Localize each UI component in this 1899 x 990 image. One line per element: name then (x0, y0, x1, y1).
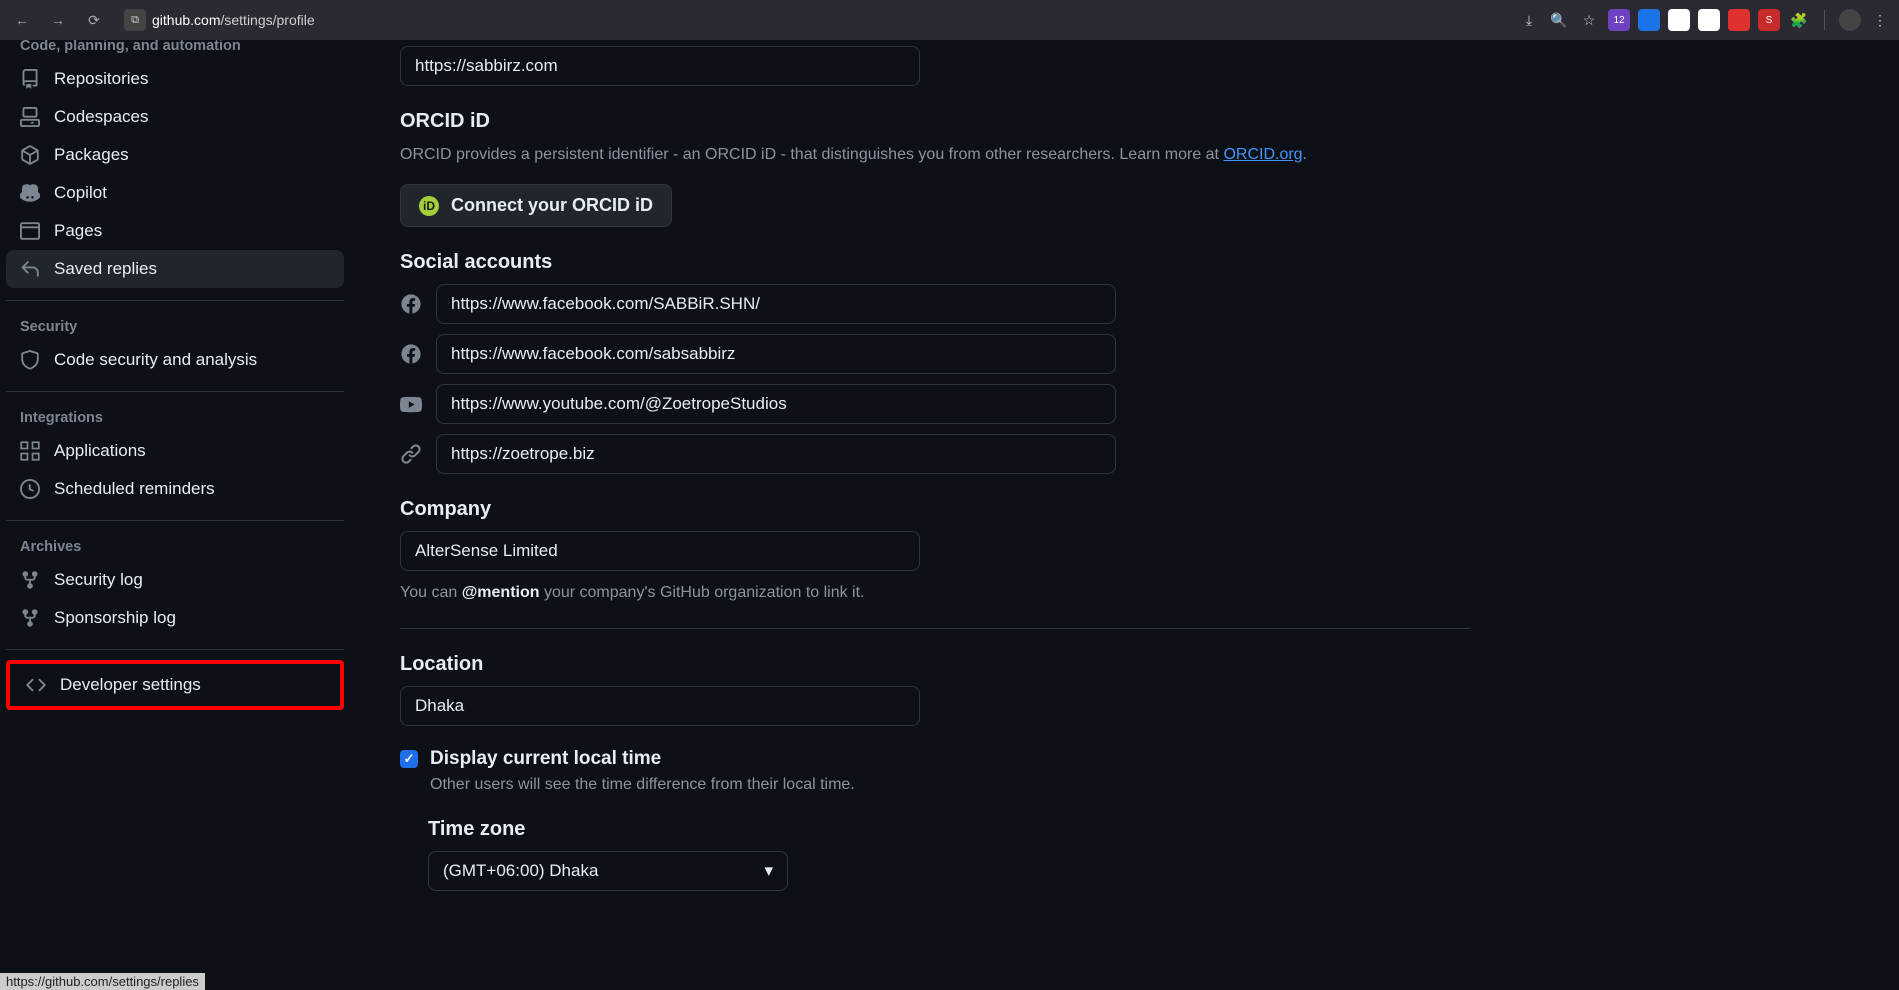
sidebar-item-copilot[interactable]: Copilot (6, 174, 344, 212)
extension-icon[interactable] (1668, 9, 1690, 31)
sidebar-item-label: Packages (54, 145, 129, 165)
connect-orcid-button[interactable]: iD Connect your ORCID iD (400, 184, 672, 227)
forward-button[interactable]: → (44, 6, 72, 34)
code-icon (26, 675, 46, 695)
sidebar-item-scheduled-reminders[interactable]: Scheduled reminders (6, 470, 344, 508)
extension-icon[interactable]: S (1758, 9, 1780, 31)
extensions-menu-icon[interactable]: 🧩 (1788, 9, 1810, 31)
orcid-link[interactable]: ORCID.org (1223, 146, 1302, 163)
facebook-icon (400, 343, 422, 365)
sidebar-item-saved-replies[interactable]: Saved replies (6, 250, 344, 288)
log-icon (20, 608, 40, 628)
company-heading: Company (400, 498, 1470, 521)
reload-button[interactable]: ⟳ (80, 6, 108, 34)
sidebar-item-sponsorship-log[interactable]: Sponsorship log (6, 599, 344, 637)
sidebar-item-label: Code security and analysis (54, 350, 257, 370)
log-icon (20, 570, 40, 590)
back-button[interactable]: ← (8, 6, 36, 34)
settings-sidebar: Code, planning, and automation Repositor… (0, 40, 350, 990)
copilot-icon (20, 183, 40, 203)
install-app-icon[interactable]: ⤓ (1518, 9, 1540, 31)
extension-icon[interactable]: 12 (1608, 9, 1630, 31)
social-row (400, 434, 1470, 474)
chevron-updown-icon: ▾ (764, 861, 773, 881)
zoom-icon[interactable]: 🔍 (1548, 9, 1570, 31)
orcid-help-text: ORCID provides a persistent identifier -… (400, 143, 1470, 166)
sidebar-item-label: Codespaces (54, 107, 149, 127)
social-input-1[interactable] (436, 284, 1116, 324)
sidebar-item-pages[interactable]: Pages (6, 212, 344, 250)
sidebar-item-code-security[interactable]: Code security and analysis (6, 341, 344, 379)
sidebar-item-label: Security log (54, 570, 143, 590)
codespaces-icon (20, 107, 40, 127)
package-icon (20, 145, 40, 165)
sidebar-item-repositories[interactable]: Repositories (6, 60, 344, 98)
sidebar-item-label: Saved replies (54, 259, 157, 279)
sidebar-item-label: Scheduled reminders (54, 479, 215, 499)
profile-avatar-icon[interactable] (1839, 9, 1861, 31)
company-help-text: You can @mention your company's GitHub o… (400, 581, 1470, 604)
sidebar-section-integrations: Integrations (6, 392, 344, 432)
sidebar-item-developer-settings[interactable]: Developer settings (12, 666, 338, 704)
bookmark-star-icon[interactable]: ☆ (1578, 9, 1600, 31)
local-time-label: Display current local time (430, 748, 661, 770)
local-time-checkbox-row[interactable]: ✓ Display current local time (400, 748, 1470, 770)
clock-icon (20, 479, 40, 499)
sidebar-item-label: Copilot (54, 183, 107, 203)
extension-icon[interactable] (1638, 9, 1660, 31)
youtube-icon (400, 393, 422, 415)
browser-icon (20, 221, 40, 241)
url-text: github.com/settings/profile (152, 12, 315, 28)
social-row (400, 384, 1470, 424)
sidebar-section-security: Security (6, 301, 344, 341)
apps-icon (20, 441, 40, 461)
social-row (400, 334, 1470, 374)
sidebar-item-label: Applications (54, 441, 146, 461)
social-input-3[interactable] (436, 384, 1116, 424)
social-input-2[interactable] (436, 334, 1116, 374)
extension-icon[interactable] (1728, 9, 1750, 31)
browser-status-bar: https://github.com/settings/replies (0, 973, 205, 990)
sidebar-section-code: Code, planning, and automation (6, 40, 344, 60)
social-input-4[interactable] (436, 434, 1116, 474)
reply-icon (20, 259, 40, 279)
sidebar-item-applications[interactable]: Applications (6, 432, 344, 470)
orcid-heading: ORCID iD (400, 110, 1470, 133)
browser-toolbar: ← → ⟳ ⧉ github.com/settings/profile ⤓ 🔍 … (0, 0, 1899, 40)
facebook-icon (400, 293, 422, 315)
social-row (400, 284, 1470, 324)
sidebar-item-label: Sponsorship log (54, 608, 176, 628)
sidebar-section-archives: Archives (6, 521, 344, 561)
address-bar[interactable]: ⧉ github.com/settings/profile (124, 9, 315, 31)
sidebar-item-packages[interactable]: Packages (6, 136, 344, 174)
browser-menu-icon[interactable]: ⋮ (1869, 9, 1891, 31)
sidebar-item-codespaces[interactable]: Codespaces (6, 98, 344, 136)
sidebar-item-label: Pages (54, 221, 102, 241)
sidebar-item-label: Developer settings (60, 675, 201, 695)
repo-icon (20, 69, 40, 89)
link-icon (400, 443, 422, 465)
profile-settings-form: ORCID iD ORCID provides a persistent ide… (350, 40, 1500, 990)
local-time-help: Other users will see the time difference… (430, 776, 1470, 794)
shield-icon (20, 350, 40, 370)
orcid-logo-icon: iD (419, 196, 439, 216)
timezone-select[interactable]: (GMT+06:00) Dhaka ▾ (428, 851, 788, 891)
timezone-heading: Time zone (428, 818, 1470, 841)
location-input[interactable] (400, 686, 920, 726)
website-input[interactable] (400, 46, 920, 86)
sidebar-item-security-log[interactable]: Security log (6, 561, 344, 599)
social-accounts-heading: Social accounts (400, 251, 1470, 274)
extension-icon[interactable] (1698, 9, 1720, 31)
sidebar-item-label: Repositories (54, 69, 149, 89)
location-heading: Location (400, 653, 1470, 676)
checkbox-checked-icon[interactable]: ✓ (400, 750, 418, 768)
site-info-icon[interactable]: ⧉ (124, 9, 146, 31)
developer-settings-highlight: Developer settings (6, 660, 344, 710)
company-input[interactable] (400, 531, 920, 571)
